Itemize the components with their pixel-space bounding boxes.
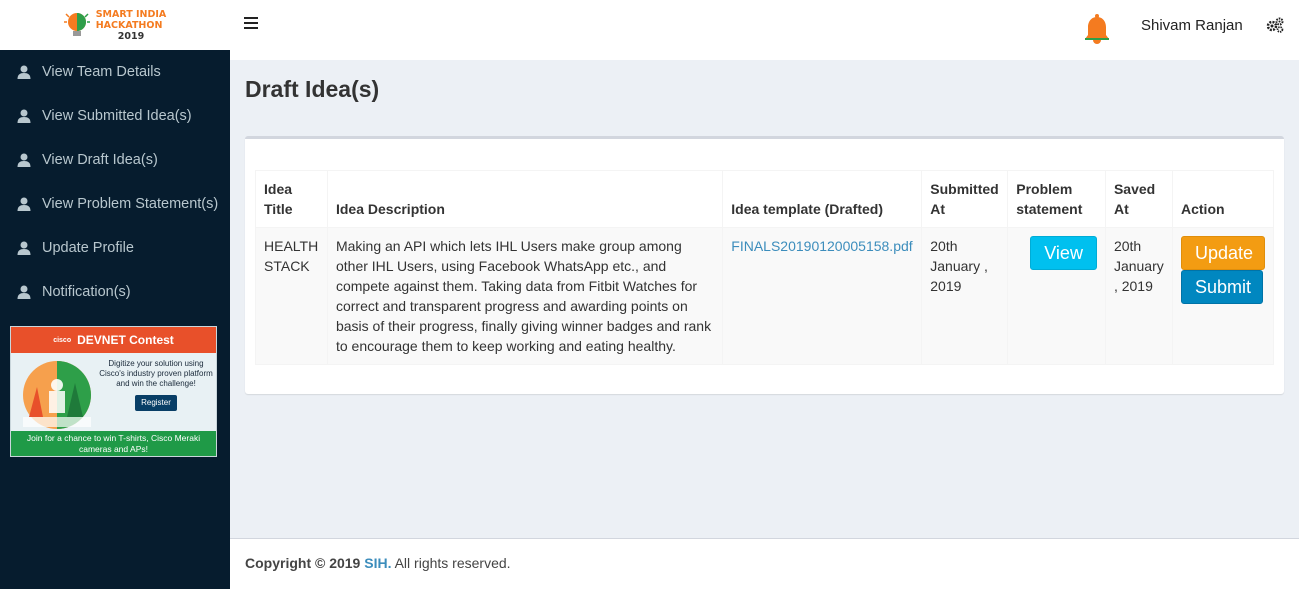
sidebar: SMART INDIA HACKATHON 2019 View Team Det… — [0, 0, 230, 589]
user-icon — [17, 197, 31, 211]
settings-gears-icon[interactable] — [1266, 17, 1284, 33]
banner-title: DEVNET Contest — [77, 333, 174, 347]
column-header-problem-statement: Problem statement — [1007, 170, 1106, 228]
top-navbar: Shivam Ranjan — [230, 0, 1299, 60]
view-problem-button[interactable]: View — [1030, 236, 1097, 270]
sidebar-item-view-team-details[interactable]: View Team Details — [0, 50, 230, 94]
action-cell: Update Submit — [1172, 227, 1274, 365]
logo-text: SMART INDIA HACKATHON 2019 — [96, 9, 167, 42]
sih-logo[interactable]: SMART INDIA HACKATHON 2019 — [0, 0, 230, 50]
sidebar-item-label: View Team Details — [42, 64, 161, 80]
sidebar-toggle-icon[interactable] — [244, 17, 258, 29]
page-title: Draft Idea(s) — [245, 76, 380, 102]
contest-illustration-icon — [23, 361, 91, 429]
problem-statement-cell: View — [1007, 227, 1106, 365]
footer-brand-link[interactable]: SIH. — [364, 555, 391, 571]
sidebar-item-view-submitted-ideas[interactable]: View Submitted Idea(s) — [0, 94, 230, 138]
footer: Copyright © 2019 SIH. All rights reserve… — [230, 538, 1299, 589]
banner-copy-text: Digitize your solution using Cisco's ind… — [99, 359, 213, 388]
sidebar-menu: View Team Details View Submitted Idea(s)… — [0, 50, 230, 314]
column-header-idea-template: Idea template (Drafted) — [722, 170, 923, 228]
user-icon — [17, 285, 31, 299]
banner-footer: Join for a chance to win T-shirts, Cisco… — [11, 431, 216, 456]
logo-line1: SMART INDIA — [95, 8, 167, 20]
banner-header: cisco DEVNET Contest — [11, 327, 216, 353]
logo-line3: 2019 — [117, 30, 145, 42]
user-icon — [17, 153, 31, 167]
user-icon — [17, 65, 31, 79]
sidebar-item-label: View Submitted Idea(s) — [42, 108, 192, 124]
sidebar-item-label: View Problem Statement(s) — [42, 196, 219, 212]
idea-title-cell: HEALTH STACK — [255, 227, 328, 365]
user-menu[interactable]: Shivam Ranjan — [1141, 17, 1243, 34]
draft-ideas-box: Idea Title Idea Description Idea templat… — [245, 136, 1284, 394]
column-header-submitted-at: Submitted At — [921, 170, 1009, 228]
logo-line2: HACKATHON — [95, 19, 163, 31]
bulb-logo-icon — [63, 13, 90, 36]
devnet-contest-banner[interactable]: cisco DEVNET Contest Digitize your solut… — [10, 326, 217, 457]
sidebar-item-notifications[interactable]: Notification(s) — [0, 270, 230, 314]
banner-copy: Digitize your solution using Cisco's ind… — [97, 359, 215, 411]
sidebar-item-view-problem-statements[interactable]: View Problem Statement(s) — [0, 182, 230, 226]
footer-rights: All rights reserved. — [394, 555, 511, 571]
notification-bell-icon[interactable] — [1082, 14, 1112, 46]
sidebar-item-update-profile[interactable]: Update Profile — [0, 226, 230, 270]
user-icon — [17, 241, 31, 255]
submitted-at-cell: 20th January , 2019 — [921, 227, 1009, 365]
sidebar-item-label: Notification(s) — [42, 284, 131, 300]
footer-copyright: Copyright © 2019 — [245, 555, 361, 571]
register-button[interactable]: Register — [135, 395, 177, 411]
column-header-idea-description: Idea Description — [326, 170, 724, 228]
submit-button[interactable]: Submit — [1181, 270, 1263, 304]
update-button[interactable]: Update — [1181, 236, 1265, 270]
sidebar-item-label: Update Profile — [42, 240, 134, 256]
table-row: HEALTH STACK Making an API which lets IH… — [255, 227, 1274, 365]
sidebar-item-label: View Draft Idea(s) — [42, 152, 158, 168]
saved-at-cell: 20th January , 2019 — [1104, 227, 1174, 365]
idea-template-link[interactable]: FINALS20190120005158.pdf — [722, 227, 923, 365]
column-header-action: Action — [1172, 170, 1274, 228]
main-content: Draft Idea(s) Idea Title Idea Descriptio… — [230, 60, 1299, 538]
user-icon — [17, 109, 31, 123]
column-header-idea-title: Idea Title — [255, 170, 328, 228]
banner-body: Digitize your solution using Cisco's ind… — [11, 353, 216, 433]
table-header-row: Idea Title Idea Description Idea templat… — [255, 170, 1274, 228]
idea-description-cell: Making an API which lets IHL Users make … — [326, 227, 724, 365]
sidebar-item-view-draft-ideas[interactable]: View Draft Idea(s) — [0, 138, 230, 182]
column-header-saved-at: Saved At — [1104, 170, 1174, 228]
cisco-logo: cisco — [53, 336, 72, 344]
draft-ideas-table: Idea Title Idea Description Idea templat… — [255, 170, 1274, 365]
